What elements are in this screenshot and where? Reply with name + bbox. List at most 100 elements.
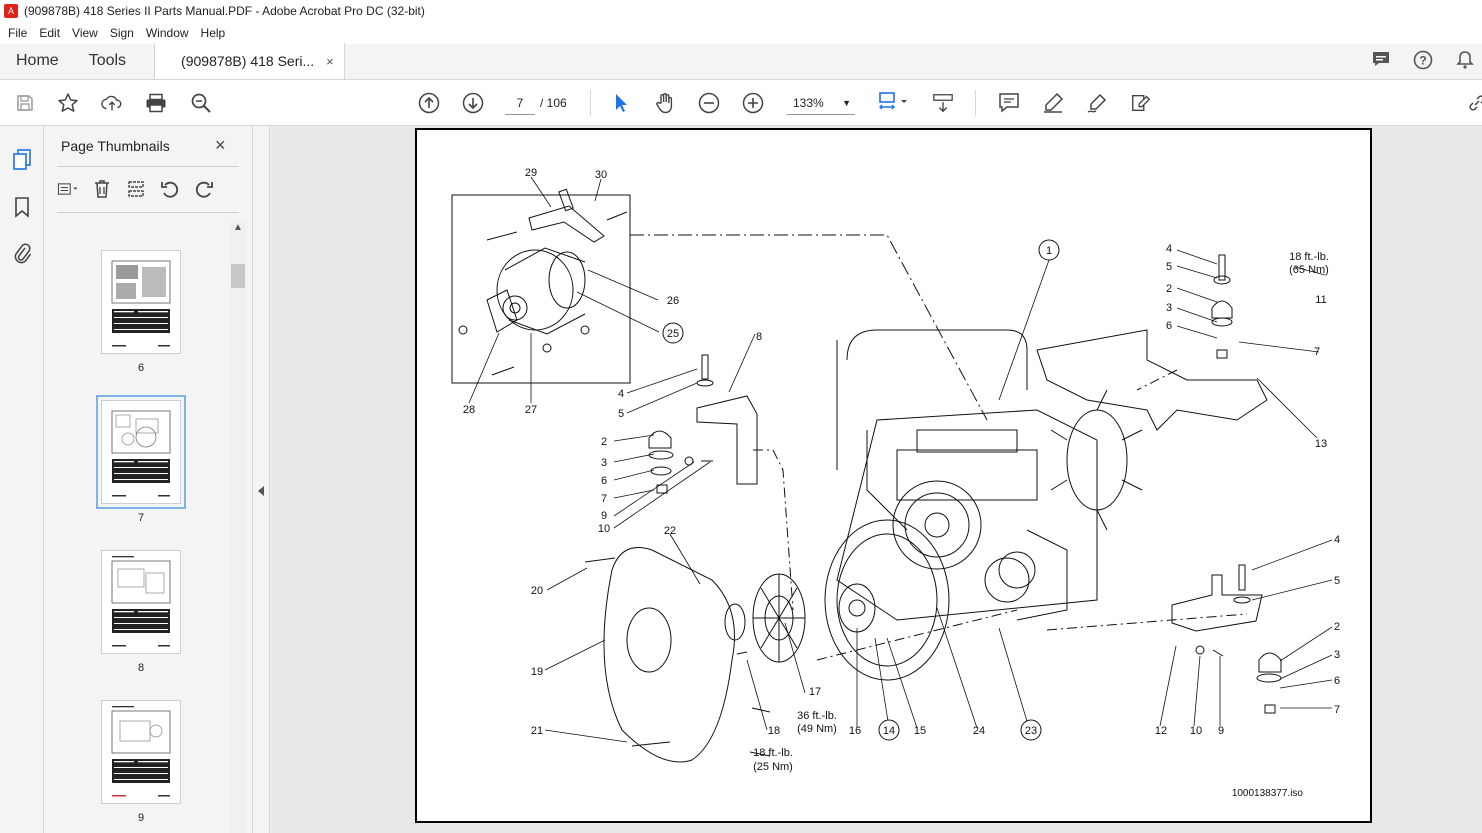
page-number-input[interactable]: 7	[505, 91, 535, 115]
callout-4-right: 4	[1334, 534, 1340, 546]
callout-14: 14	[883, 725, 895, 737]
collapse-arrow-icon[interactable]	[258, 486, 264, 496]
callout-6: 6	[601, 475, 607, 487]
next-page-icon[interactable]	[462, 92, 484, 114]
page-thumbnail-9[interactable]	[101, 700, 181, 804]
toolbar-divider	[975, 90, 976, 116]
save-icon[interactable]	[14, 92, 36, 114]
page-thumbnail-8[interactable]	[101, 550, 181, 654]
callout-7-top-right: 7	[1314, 346, 1320, 358]
torque-spec-49nm-line2: (49 Nm)	[797, 723, 837, 735]
upload-cloud-icon[interactable]	[101, 92, 123, 114]
thumbnails-panel: Page Thumbnails × 6 7 8 9	[45, 126, 251, 833]
torque-spec-49nm-line1: 36 ft.-lb.	[797, 710, 837, 722]
draw-sign-icon[interactable]	[1086, 92, 1108, 114]
delete-page-icon[interactable]	[91, 178, 113, 200]
zoom-search-icon[interactable]	[190, 92, 212, 114]
close-panel-icon[interactable]: ×	[215, 135, 226, 156]
menu-view[interactable]: View	[66, 26, 104, 40]
add-comment-icon[interactable]	[998, 92, 1020, 114]
scrollbar-thumb[interactable]	[231, 264, 245, 288]
rotate-counterclockwise-icon[interactable]	[159, 178, 181, 200]
menu-window[interactable]: Window	[140, 26, 195, 40]
callout-27: 27	[525, 404, 537, 416]
title-bar: A (909878B) 418 Series II Parts Manual.P…	[0, 0, 1482, 22]
scroll-up-arrow-icon[interactable]: ▲	[233, 222, 243, 233]
callout-17: 17	[809, 686, 821, 698]
callout-2-top-right: 2	[1166, 283, 1172, 295]
tab-home[interactable]: Home	[0, 52, 73, 79]
menu-bar: File Edit View Sign Window Help	[0, 22, 1482, 44]
notifications-bell-icon[interactable]	[1454, 50, 1476, 72]
zoom-level-select[interactable]: 133% ▼	[787, 91, 855, 115]
callout-2: 2	[601, 436, 607, 448]
callout-28: 28	[463, 404, 475, 416]
page-thumbnail-7[interactable]	[96, 395, 186, 509]
callout-5: 5	[618, 408, 624, 420]
callout-22: 22	[664, 525, 676, 537]
thumbnail-label: 6	[137, 362, 145, 374]
main-toolbar: 7 / 106 133% ▼	[0, 80, 1482, 126]
callout-4: 4	[618, 388, 624, 400]
scroll-mode-icon[interactable]	[932, 92, 954, 114]
menu-help[interactable]: Help	[195, 26, 232, 40]
page-thumbnails-icon[interactable]	[11, 148, 33, 170]
zoom-in-icon[interactable]	[742, 92, 764, 114]
callout-26: 26	[667, 295, 679, 307]
callout-7: 7	[601, 493, 607, 505]
rotate-clockwise-icon[interactable]	[193, 178, 215, 200]
callout-3: 3	[601, 457, 607, 469]
callout-29: 29	[525, 167, 537, 179]
callout-10: 10	[598, 523, 610, 535]
panel-collapse-splitter[interactable]	[252, 126, 270, 833]
chevron-down-icon: ▼	[842, 98, 851, 108]
callout-3-right: 3	[1334, 649, 1340, 661]
toolbar-divider	[590, 90, 591, 116]
torque-spec-65nm-line2: (65 Nm)	[1289, 264, 1329, 276]
tab-bar: Home Tools (909878B) 418 Seri... × ?	[0, 43, 1482, 80]
share-link-icon[interactable]	[1466, 92, 1482, 114]
drawing-file-id: 1000138377.iso	[1232, 788, 1304, 799]
callout-25: 25	[667, 328, 679, 340]
callout-16: 16	[849, 725, 861, 737]
callout-21: 21	[531, 725, 543, 737]
menu-edit[interactable]: Edit	[33, 26, 66, 40]
thumbnails-panel-title: Page Thumbnails	[61, 138, 170, 154]
thumbnails-scrollbar[interactable]: ▲	[230, 220, 246, 833]
tab-tools[interactable]: Tools	[73, 52, 140, 79]
callout-18: 18	[768, 725, 780, 737]
hand-tool-icon[interactable]	[654, 92, 676, 114]
callout-1: 1	[1046, 245, 1052, 257]
pdf-page: 29 30 26 25 28 27 8 4 5 2 3 6 7 9 10 22 …	[415, 128, 1372, 823]
tab-document[interactable]: (909878B) 418 Seri... ×	[154, 43, 345, 79]
callout-6-top-right: 6	[1166, 320, 1172, 332]
comment-bubble-icon[interactable]	[1370, 50, 1392, 72]
page-total: / 106	[540, 96, 567, 110]
zoom-level-value: 133%	[793, 96, 824, 110]
callout-20: 20	[531, 585, 543, 597]
help-icon[interactable]: ?	[1412, 50, 1434, 72]
previous-page-icon[interactable]	[418, 92, 440, 114]
bookmarks-icon[interactable]	[11, 196, 33, 218]
attachments-paperclip-icon[interactable]	[11, 242, 33, 264]
torque-spec-25nm-line1: 18 ft.-lb.	[753, 747, 793, 759]
callout-19: 19	[531, 666, 543, 678]
menu-file[interactable]: File	[2, 26, 33, 40]
highlight-pen-icon[interactable]	[1042, 92, 1064, 114]
close-tab-icon[interactable]: ×	[326, 54, 334, 69]
select-cursor-icon[interactable]	[610, 92, 632, 114]
thumbnail-options-menu-icon[interactable]	[57, 178, 79, 200]
zoom-out-icon[interactable]	[698, 92, 720, 114]
callout-3-top-right: 3	[1166, 302, 1172, 314]
edit-pdf-icon[interactable]	[1130, 92, 1152, 114]
callout-2-right: 2	[1334, 621, 1340, 633]
extract-pages-icon[interactable]	[125, 178, 147, 200]
panel-divider	[57, 212, 239, 213]
print-icon[interactable]	[145, 92, 167, 114]
menu-sign[interactable]: Sign	[104, 26, 140, 40]
fit-page-icon[interactable]	[876, 92, 912, 114]
bookmark-star-icon[interactable]	[57, 92, 79, 114]
callout-23: 23	[1025, 725, 1037, 737]
page-thumbnail-6[interactable]	[101, 250, 181, 354]
callout-15: 15	[914, 725, 926, 737]
